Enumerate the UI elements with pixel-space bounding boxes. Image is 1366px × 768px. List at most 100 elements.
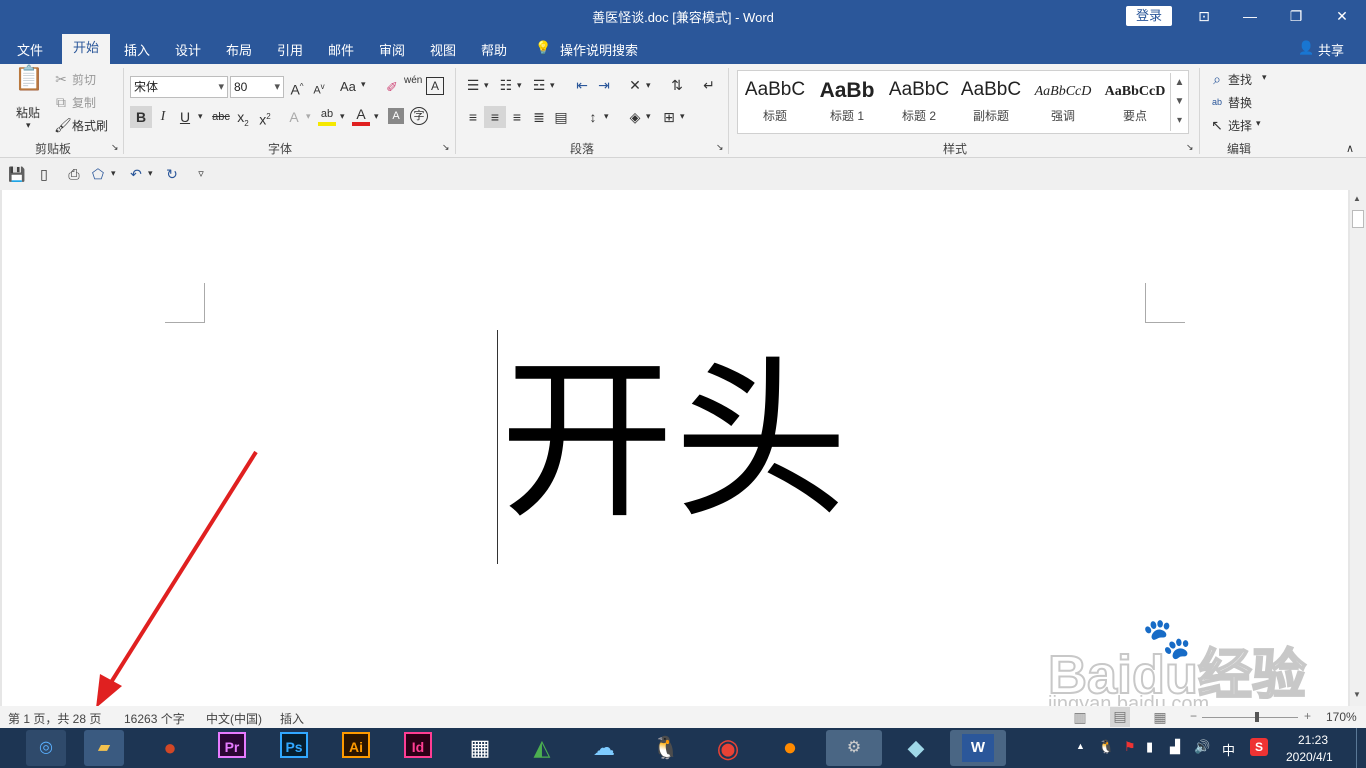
tab-design[interactable]: 设计 — [175, 40, 201, 59]
close-button[interactable]: ✕ — [1326, 4, 1358, 28]
chevron-down-icon[interactable]: ▾ — [218, 77, 224, 97]
umbrella-app-icon[interactable]: ◭ — [522, 730, 562, 766]
multilevel-list-icon[interactable]: ☲ — [530, 76, 548, 94]
save-icon[interactable]: 💾 — [8, 165, 25, 183]
restore-button[interactable]: ❐ — [1280, 4, 1312, 28]
phonetic-guide-icon[interactable]: wén — [404, 75, 422, 86]
ime-indicator[interactable]: 中 — [1222, 740, 1235, 759]
chevron-down-icon[interactable]: ▾ — [111, 168, 116, 179]
page-count[interactable]: 第 1 页，共 28 页 — [8, 710, 101, 727]
align-right-icon[interactable]: ≡ — [508, 108, 526, 126]
gallery-scroll[interactable]: ▲ ▼ ▾ — [1170, 73, 1188, 131]
find-button[interactable]: 查找 — [1228, 71, 1252, 88]
font-size-combo[interactable]: 80 ▾ — [230, 76, 284, 98]
tab-review[interactable]: 审阅 — [379, 40, 405, 59]
grow-font-icon[interactable]: A^ — [290, 78, 304, 99]
style-strong[interactable]: AaBbCcD 要点 — [1100, 79, 1170, 124]
borders-icon[interactable]: ⊞ — [660, 108, 678, 126]
vertical-scrollbar[interactable]: ▲ ▼ — [1350, 190, 1366, 706]
word-app[interactable]: W — [950, 730, 1006, 766]
tab-insert[interactable]: 插入 — [124, 40, 150, 59]
style-emphasis[interactable]: AaBbCcD 强调 — [1028, 79, 1098, 124]
change-case-button[interactable]: Aa — [340, 79, 356, 94]
chat-app-icon[interactable]: ☁ — [584, 730, 624, 766]
shading-icon[interactable]: ◈ — [626, 108, 644, 126]
chinese-layout-icon[interactable]: ✕ — [626, 76, 644, 94]
character-shading-icon[interactable]: A — [388, 108, 404, 124]
styles-launcher-icon[interactable]: ↘ — [1186, 142, 1194, 153]
align-center-icon[interactable]: ≡ — [484, 106, 506, 128]
chevron-down-icon[interactable]: ▾ — [1262, 72, 1267, 83]
app-icon[interactable]: ⚙ — [826, 730, 882, 766]
format-painter-button[interactable]: 格式刷 — [72, 117, 108, 134]
zoom-slider-thumb[interactable] — [1255, 712, 1259, 722]
ribbon-display-icon[interactable]: ⊡ — [1188, 4, 1220, 28]
new-document-icon[interactable]: ▯ — [36, 165, 52, 183]
show-marks-icon[interactable]: ↵ — [700, 76, 718, 94]
read-mode-icon[interactable]: ▥ — [1072, 708, 1088, 726]
signal-icon[interactable]: ▟ — [1170, 739, 1180, 755]
style-heading-2[interactable]: AaBbC 标题 2 — [884, 79, 954, 124]
zoom-slider[interactable] — [1202, 717, 1298, 718]
network-warning-icon[interactable]: ⚑ — [1124, 739, 1136, 755]
qq-icon[interactable]: 🐧 — [646, 730, 686, 766]
chevron-down-icon[interactable]: ▾ — [484, 80, 489, 91]
align-left-icon[interactable]: ≡ — [464, 108, 482, 126]
tell-me-search[interactable]: 操作说明搜索 — [560, 40, 638, 59]
subscript-icon[interactable]: x2 — [236, 108, 250, 133]
premiere-app[interactable]: Pr — [212, 730, 252, 766]
chevron-down-icon[interactable]: ▾ — [361, 79, 366, 90]
underline-icon[interactable]: U — [178, 108, 192, 126]
cut-button[interactable]: 剪切 — [72, 71, 96, 88]
volume-icon[interactable]: 🔊 — [1194, 739, 1210, 755]
replace-button[interactable]: 替换 — [1228, 94, 1252, 111]
style-heading-1[interactable]: AaBb 标题 1 — [812, 79, 882, 124]
redo-icon[interactable]: ↻ — [164, 165, 180, 183]
chevron-down-icon[interactable]: ▾ — [340, 111, 345, 122]
scroll-up-icon[interactable]: ▲ — [1353, 194, 1361, 203]
indesign-app[interactable]: Id — [398, 730, 438, 766]
increase-indent-icon[interactable]: ⇥ — [595, 76, 613, 94]
chevron-down-icon[interactable]: ▾ — [604, 111, 609, 122]
customize-qat-icon[interactable]: ▿ — [194, 165, 208, 183]
minimize-button[interactable]: — — [1234, 4, 1266, 28]
clock-date[interactable]: 2020/4/1 — [1286, 750, 1333, 764]
sort-icon[interactable]: ⇅ — [668, 76, 686, 94]
chevron-down-icon[interactable]: ▾ — [680, 111, 685, 122]
photoshop-app[interactable]: Ps — [274, 730, 314, 766]
battery-icon[interactable]: ▮ — [1146, 739, 1153, 755]
video-editor-icon[interactable]: ▦ — [460, 730, 500, 766]
paste-dropdown-icon[interactable]: ▾ — [26, 120, 31, 131]
chevron-down-icon[interactable]: ▾ — [646, 111, 651, 122]
clock-time[interactable]: 21:23 — [1298, 733, 1328, 747]
print-layout-icon[interactable]: ▤ — [1110, 707, 1130, 727]
copy-button[interactable]: 复制 — [72, 94, 96, 111]
numbering-icon[interactable]: ☷ — [497, 76, 515, 94]
paragraph-launcher-icon[interactable]: ↘ — [716, 142, 724, 153]
line-spacing-icon[interactable]: ↕ — [584, 108, 602, 126]
illustrator-app[interactable]: Ai — [336, 730, 376, 766]
print-preview-icon[interactable]: ⎙ — [66, 165, 82, 183]
qq-tray-icon[interactable]: 🐧 — [1098, 739, 1114, 755]
chevron-down-icon[interactable]: ▾ — [306, 111, 311, 122]
justify-icon[interactable]: ≣ — [530, 108, 548, 126]
text-effects-icon[interactable]: A — [286, 108, 302, 126]
notepad-app-icon[interactable]: ◆ — [888, 730, 944, 766]
scroll-down-icon[interactable]: ▼ — [1353, 690, 1361, 699]
zoom-level[interactable]: 170% — [1326, 710, 1357, 724]
login-button[interactable]: 登录 — [1126, 6, 1172, 26]
insert-mode[interactable]: 插入 — [280, 710, 304, 727]
character-border-icon[interactable]: A — [426, 77, 444, 95]
superscript-icon[interactable]: x2 — [258, 108, 272, 129]
chevron-down-icon[interactable]: ▾ — [198, 111, 203, 122]
chevron-down-icon[interactable]: ▾ — [374, 111, 379, 122]
font-launcher-icon[interactable]: ↘ — [442, 142, 450, 153]
distributed-icon[interactable]: ▤ — [552, 108, 570, 126]
tab-file[interactable]: 文件 — [17, 40, 43, 59]
sogou-ime-icon[interactable]: S — [1250, 738, 1268, 756]
share-button[interactable]: 共享 — [1318, 40, 1344, 59]
chevron-down-icon[interactable]: ▾ — [517, 80, 522, 91]
enclose-characters-icon[interactable]: 字 — [410, 107, 428, 125]
clipboard-launcher-icon[interactable]: ↘ — [111, 142, 119, 153]
bullets-icon[interactable]: ☰ — [464, 76, 482, 94]
